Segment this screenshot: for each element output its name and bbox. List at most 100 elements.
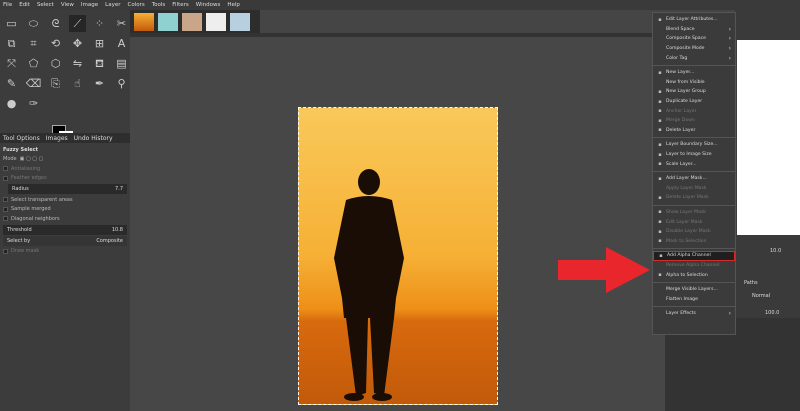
menu-item-scale-layer[interactable]: ▪ Scale Layer... (653, 159, 735, 169)
cage-icon[interactable]: ⬠ (25, 55, 42, 72)
gradient-icon[interactable]: ▤ (113, 55, 130, 72)
crop-icon[interactable]: ⌗ (25, 35, 42, 52)
dodge-icon[interactable]: ● (3, 95, 20, 112)
paintbrush-icon[interactable]: ✎ (3, 75, 20, 92)
rect-select-icon[interactable]: ▭ (3, 15, 20, 32)
transparent-label: Select transparent areas (11, 196, 73, 203)
menu-item-new-layer-group[interactable]: ▪ New Layer Group (653, 87, 735, 97)
image-thumb[interactable] (134, 12, 154, 31)
menu-item-label: Blend Space (666, 26, 695, 32)
brushes-panel[interactable] (737, 40, 800, 235)
threshold-field[interactable]: Threshold 10.8 (3, 224, 127, 235)
image-tabs (130, 10, 260, 33)
menu-item-layer-effects[interactable]: Layer Effects › (653, 309, 735, 319)
tab-paths[interactable]: Paths (744, 280, 758, 286)
image-canvas[interactable] (298, 107, 498, 405)
opacity-value[interactable]: 10.0 (770, 248, 781, 254)
draw-mask-checkbox[interactable] (3, 248, 8, 254)
menu-item-add-layer-mask[interactable]: ▪ Add Layer Mask... (653, 174, 735, 184)
move-icon[interactable]: ✥ (69, 35, 86, 52)
menu-item-layer-boundary-size[interactable]: ▪ Layer Boundary Size... (653, 140, 735, 150)
menu-item-remove-alpha-channel[interactable]: Remove Alpha Channel (653, 261, 735, 271)
tab-images[interactable]: Images (46, 135, 68, 142)
menu-item-edit-layer-attributes[interactable]: ▪ Edit Layer Attributes... (653, 15, 735, 25)
clone-icon[interactable]: ⎘ (47, 75, 64, 92)
foreground-select-icon[interactable]: ⧉ (3, 35, 20, 52)
warp-icon[interactable]: ⤧ (3, 55, 20, 72)
picker-icon[interactable]: ⚲ (113, 75, 130, 92)
menu-tools[interactable]: Tools (152, 2, 166, 8)
ellipse-select-icon[interactable]: ⬭ (25, 15, 42, 32)
flip-icon[interactable]: ⇋ (69, 55, 86, 72)
smudge-icon[interactable]: ☝ (69, 75, 86, 92)
menu-view[interactable]: View (61, 2, 74, 8)
tool-title: Fuzzy Select (3, 146, 38, 153)
menu-item-add-alpha-channel[interactable]: ▪ Add Alpha Channel (653, 251, 735, 261)
eraser-icon[interactable]: ⌫ (25, 75, 42, 92)
menu-item-edit-layer-mask[interactable]: ▪ Edit Layer Mask (653, 217, 735, 227)
menu-filters[interactable]: Filters (172, 2, 189, 8)
menu-item-label: Layer Boundary Size... (666, 142, 718, 148)
menu-item-label: Anchor Layer (666, 108, 697, 114)
rotate-icon[interactable]: ⟲ (47, 35, 64, 52)
image-thumb[interactable] (230, 12, 250, 31)
menu-item-alpha-to-selection[interactable]: ▪ Alpha to Selection (653, 270, 735, 280)
menu-help[interactable]: Help (227, 2, 240, 8)
ink-icon[interactable]: ✑ (25, 95, 42, 112)
menu-item-apply-layer-mask[interactable]: Apply Layer Mask (653, 184, 735, 194)
image-thumb[interactable] (182, 12, 202, 31)
text-icon[interactable]: A (113, 35, 130, 52)
antialiasing-checkbox[interactable] (3, 166, 8, 172)
menu-edit[interactable]: Edit (19, 2, 30, 8)
menu-windows[interactable]: Windows (196, 2, 221, 8)
menu-item-show-layer-mask[interactable]: ▪ Show Layer Mask (653, 208, 735, 218)
threshold-value: 10.8 (111, 226, 123, 233)
layer-opacity[interactable]: 100.0 (765, 310, 779, 316)
diagonal-checkbox[interactable] (3, 216, 8, 222)
menu-layer[interactable]: Layer (105, 2, 120, 8)
sample-merged-checkbox[interactable] (3, 206, 8, 212)
menu-item-new-from-visible[interactable]: New from Visible (653, 78, 735, 88)
menu-item-mask-to-selection[interactable]: ▪ Mask to Selection (653, 236, 735, 246)
select-by-dropdown[interactable]: Select by Composite (3, 235, 127, 246)
menu-separator (653, 204, 735, 206)
align-icon[interactable]: ⊞ (91, 35, 108, 52)
tab-tool-options[interactable]: Tool Options (3, 135, 40, 142)
menu-item-color-tag[interactable]: Color Tag › (653, 53, 735, 63)
fuzzy-select-icon[interactable]: ⟋ (69, 15, 86, 32)
menu-item-blend-space[interactable]: Blend Space › (653, 25, 735, 35)
transparent-checkbox[interactable] (3, 197, 8, 203)
scissors-icon[interactable]: ✂ (113, 15, 130, 32)
tab-undo-history[interactable]: Undo History (74, 135, 113, 142)
radius-field[interactable]: Radius 7.7 (8, 184, 127, 194)
menu-item-delete-layer-mask[interactable]: ▪ Delete Layer Mask (653, 193, 735, 203)
menu-item-composite-space[interactable]: Composite Space › (653, 34, 735, 44)
chevron-right-icon: › (728, 45, 731, 53)
menu-item-flatten-image[interactable]: Flatten Image (653, 294, 735, 304)
menu-item-delete-layer[interactable]: ▪ Delete Layer (653, 126, 735, 136)
menu-item-merge-down[interactable]: ▪ Merge Down (653, 116, 735, 126)
menu-item-duplicate-layer[interactable]: ▪ Duplicate Layer (653, 97, 735, 107)
feather-checkbox[interactable] (3, 175, 8, 181)
bucket-icon[interactable]: ⛾ (91, 55, 108, 72)
color-select-icon[interactable]: ⁘ (91, 15, 108, 32)
menu-item-merge-visible-layers[interactable]: Merge Visible Layers... (653, 285, 735, 295)
feather-label: Feather edges (11, 175, 47, 182)
image-thumb[interactable] (158, 12, 178, 31)
menu-colors[interactable]: Colors (127, 2, 144, 8)
menu-item-new-layer[interactable]: ▪ New Layer... (653, 68, 735, 78)
lasso-icon[interactable]: ᘓ (47, 15, 64, 32)
menu-item-disable-layer-mask[interactable]: ▪ Disable Layer Mask (653, 227, 735, 237)
menu-item-label: Flatten Image (666, 296, 698, 302)
path-icon[interactable]: ✒ (91, 75, 108, 92)
menu-item-anchor-layer[interactable]: ▪ Anchor Layer (653, 106, 735, 116)
menu-image[interactable]: Image (81, 2, 98, 8)
menu-item-layer-to-image-size[interactable]: ▪ Layer to Image Size (653, 150, 735, 160)
layer-mode[interactable]: Normal (752, 293, 770, 299)
menu-select[interactable]: Select (37, 2, 54, 8)
image-thumb[interactable] (206, 12, 226, 31)
mode-replace-icon[interactable]: ▣ ▢ ▢ ▢ (20, 156, 44, 162)
menu-item-composite-mode[interactable]: Composite Mode › (653, 44, 735, 54)
perspective-icon[interactable]: ⬡ (47, 55, 64, 72)
menu-file[interactable]: File (3, 2, 12, 8)
